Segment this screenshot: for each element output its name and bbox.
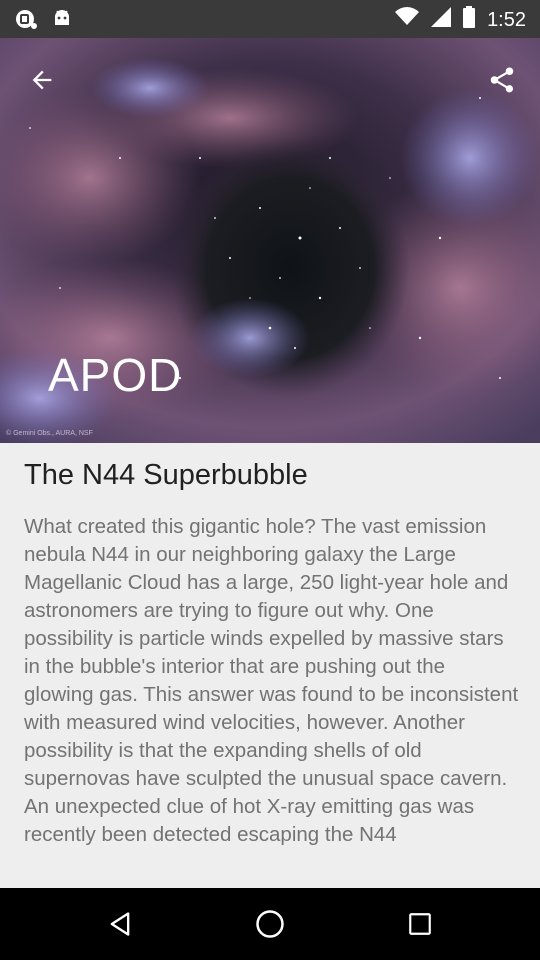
nav-recents-button[interactable] <box>396 900 444 948</box>
share-icon <box>490 67 514 93</box>
android-icon <box>52 8 72 35</box>
article-content[interactable]: The N44 Superbubble What created this gi… <box>0 443 540 888</box>
share-button[interactable] <box>480 58 524 102</box>
nav-recents-icon <box>409 913 431 935</box>
arrow-back-icon <box>32 70 52 90</box>
article-title: The N44 Superbubble <box>24 459 308 491</box>
app-title: APOD <box>48 349 183 401</box>
image-credit: © Gemini Obs., AURA, NSF <box>6 430 93 437</box>
navigation-bar <box>0 888 540 960</box>
nav-back-button[interactable] <box>96 900 144 948</box>
notification-icon <box>14 8 38 35</box>
status-time: 1:52 <box>487 8 526 31</box>
hero-image: APOD © Gemini Obs., AURA, NSF <box>0 38 540 443</box>
article-body: What created this gigantic hole? The vas… <box>24 515 519 846</box>
battery-icon <box>463 6 476 33</box>
nav-home-icon <box>256 910 284 938</box>
back-button[interactable] <box>20 58 64 102</box>
status-bar: 1:52 <box>0 0 540 38</box>
nav-back-icon <box>110 912 130 936</box>
wifi-icon <box>395 7 420 32</box>
nav-home-button[interactable] <box>246 900 294 948</box>
signal-icon <box>431 7 452 32</box>
